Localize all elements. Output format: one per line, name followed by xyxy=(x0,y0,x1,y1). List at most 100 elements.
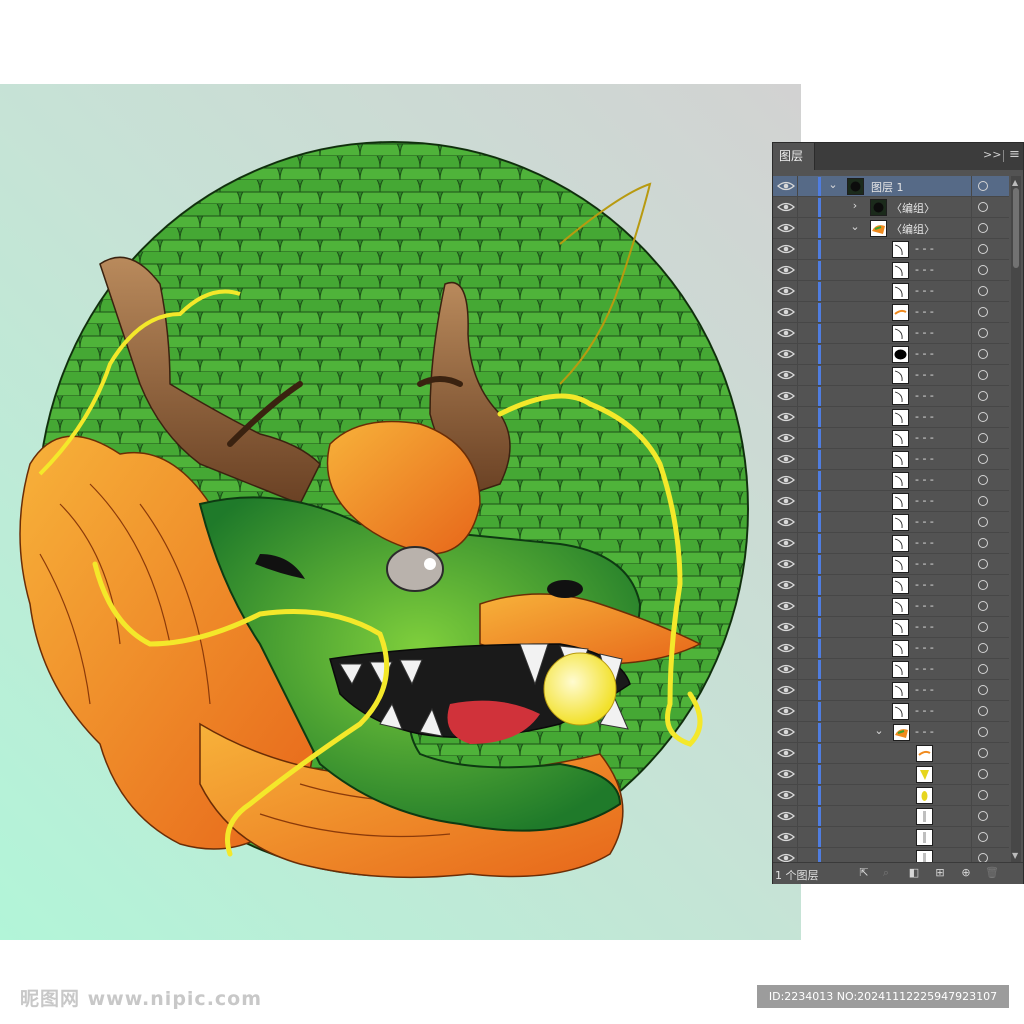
layer-name[interactable]: - - - xyxy=(915,704,934,717)
visibility-eye-icon[interactable] xyxy=(777,788,795,802)
path-row[interactable]: - - - xyxy=(773,575,1009,596)
lock-column[interactable] xyxy=(797,470,798,491)
path-row[interactable]: - - - xyxy=(773,680,1009,701)
layer-name[interactable]: - - - xyxy=(915,410,934,423)
target-circle-icon[interactable] xyxy=(978,622,988,632)
lock-column[interactable] xyxy=(797,680,798,701)
layer-name[interactable]: - - - xyxy=(915,452,934,465)
target-circle-icon[interactable] xyxy=(978,769,988,779)
layer-name[interactable]: - - - xyxy=(915,557,934,570)
lock-column[interactable] xyxy=(797,596,798,617)
path-row[interactable] xyxy=(773,764,1009,785)
lock-column[interactable] xyxy=(797,260,798,281)
layer-name[interactable]: - - - xyxy=(915,620,934,633)
lock-column[interactable] xyxy=(797,281,798,302)
visibility-eye-icon[interactable] xyxy=(777,683,795,697)
lock-column[interactable] xyxy=(797,218,798,239)
lock-column[interactable] xyxy=(797,323,798,344)
chevron-right-icon[interactable]: › xyxy=(849,199,861,212)
target-circle-icon[interactable] xyxy=(978,370,988,380)
target-circle-icon[interactable] xyxy=(978,433,988,443)
lock-column[interactable] xyxy=(797,827,798,848)
group-row[interactable]: ⌄ 〈编组〉 xyxy=(773,218,1009,239)
target-circle-icon[interactable] xyxy=(978,223,988,233)
layer-name[interactable]: 〈编组〉 xyxy=(891,221,935,237)
path-row[interactable]: - - - xyxy=(773,386,1009,407)
scroll-up-icon[interactable]: ▲ xyxy=(1012,178,1018,187)
visibility-eye-icon[interactable] xyxy=(777,347,795,361)
target-circle-icon[interactable] xyxy=(978,286,988,296)
visibility-eye-icon[interactable] xyxy=(777,221,795,235)
visibility-eye-icon[interactable] xyxy=(777,452,795,466)
path-row[interactable] xyxy=(773,785,1009,806)
new-layer-icon[interactable]: ⊕ xyxy=(959,866,973,880)
path-row[interactable]: - - - xyxy=(773,491,1009,512)
target-circle-icon[interactable] xyxy=(978,643,988,653)
lock-column[interactable] xyxy=(797,386,798,407)
lock-column[interactable] xyxy=(797,554,798,575)
path-row[interactable]: - - - xyxy=(773,533,1009,554)
path-row[interactable]: - - - xyxy=(773,260,1009,281)
tab-layers[interactable]: 图层 xyxy=(773,143,815,170)
target-circle-icon[interactable] xyxy=(978,538,988,548)
target-circle-icon[interactable] xyxy=(978,412,988,422)
visibility-eye-icon[interactable] xyxy=(777,473,795,487)
new-sublayer-icon[interactable]: ⊞ xyxy=(933,866,947,880)
target-circle-icon[interactable] xyxy=(978,496,988,506)
target-circle-icon[interactable] xyxy=(978,349,988,359)
path-row[interactable]: - - - xyxy=(773,596,1009,617)
visibility-eye-icon[interactable] xyxy=(777,389,795,403)
target-circle-icon[interactable] xyxy=(978,706,988,716)
artboard[interactable] xyxy=(0,84,801,940)
visibility-eye-icon[interactable] xyxy=(777,599,795,613)
layer-name[interactable]: - - - xyxy=(915,284,934,297)
target-circle-icon[interactable] xyxy=(978,790,988,800)
layer-name[interactable]: - - - xyxy=(915,725,934,738)
lock-column[interactable] xyxy=(797,239,798,260)
target-circle-icon[interactable] xyxy=(978,181,988,191)
visibility-eye-icon[interactable] xyxy=(777,767,795,781)
visibility-eye-icon[interactable] xyxy=(777,536,795,550)
layer-name[interactable]: - - - xyxy=(915,242,934,255)
lock-column[interactable] xyxy=(797,197,798,218)
layer-name[interactable]: - - - xyxy=(915,368,934,381)
lock-column[interactable] xyxy=(797,722,798,743)
target-circle-icon[interactable] xyxy=(978,601,988,611)
lock-column[interactable] xyxy=(797,701,798,722)
visibility-eye-icon[interactable] xyxy=(777,263,795,277)
target-circle-icon[interactable] xyxy=(978,454,988,464)
path-row[interactable]: - - - xyxy=(773,281,1009,302)
lock-column[interactable] xyxy=(797,848,798,862)
layer-name[interactable]: - - - xyxy=(915,515,934,528)
visibility-eye-icon[interactable] xyxy=(777,662,795,676)
target-circle-icon[interactable] xyxy=(978,328,988,338)
lock-column[interactable] xyxy=(797,743,798,764)
target-circle-icon[interactable] xyxy=(978,685,988,695)
lock-column[interactable] xyxy=(797,617,798,638)
lock-column[interactable] xyxy=(797,659,798,680)
layer-name[interactable]: - - - xyxy=(915,578,934,591)
layer-name[interactable]: - - - xyxy=(915,683,934,696)
layer-name[interactable]: - - - xyxy=(915,263,934,276)
visibility-eye-icon[interactable] xyxy=(777,200,795,214)
group-row[interactable]: › 〈编组〉 xyxy=(773,197,1009,218)
lock-column[interactable] xyxy=(797,638,798,659)
chevron-down-icon[interactable]: ⌄ xyxy=(873,724,885,737)
target-circle-icon[interactable] xyxy=(978,307,988,317)
path-row[interactable]: - - - xyxy=(773,407,1009,428)
path-row[interactable] xyxy=(773,848,1009,862)
path-row[interactable]: - - - xyxy=(773,344,1009,365)
visibility-eye-icon[interactable] xyxy=(777,851,795,862)
path-row[interactable]: - - - xyxy=(773,617,1009,638)
lock-column[interactable] xyxy=(797,302,798,323)
target-circle-icon[interactable] xyxy=(978,811,988,821)
visibility-eye-icon[interactable] xyxy=(777,746,795,760)
visibility-eye-icon[interactable] xyxy=(777,578,795,592)
path-row[interactable]: - - - xyxy=(773,659,1009,680)
layer-name[interactable]: - - - xyxy=(915,389,934,402)
path-row[interactable]: - - - xyxy=(773,449,1009,470)
lock-column[interactable] xyxy=(797,533,798,554)
scroll-down-icon[interactable]: ▼ xyxy=(1012,851,1018,860)
layer-list-scrollbar[interactable]: ▲ ▼ xyxy=(1011,176,1021,862)
visibility-eye-icon[interactable] xyxy=(777,431,795,445)
